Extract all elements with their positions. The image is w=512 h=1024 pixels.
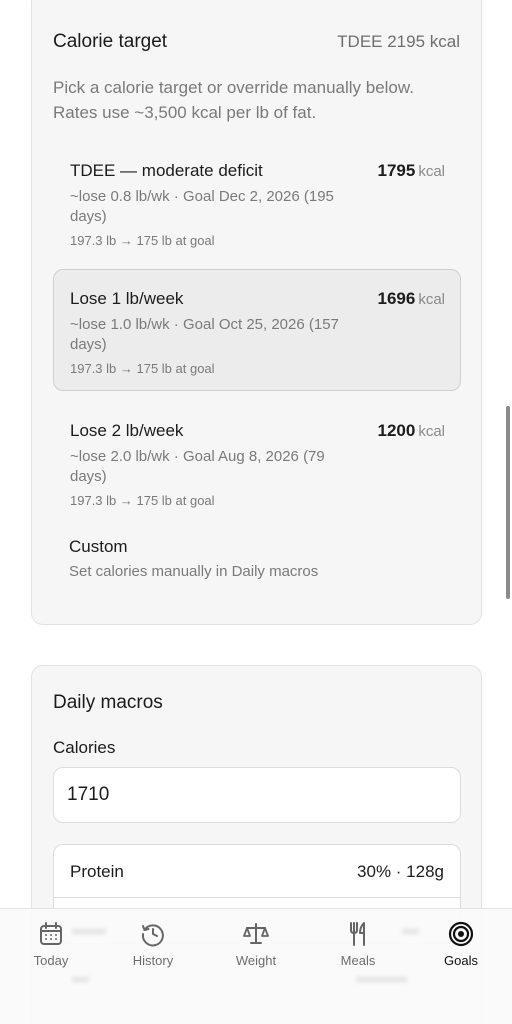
option-lose-1-lb-week[interactable]: Lose 1 lb/week 1696 kcal ~lose 1.0 lb/wk … — [53, 269, 461, 391]
tdee-value: TDEE 2195 kcal — [337, 32, 460, 51]
option-name: TDEE — moderate deficit — [70, 161, 263, 180]
calories-label: Calories — [53, 738, 116, 757]
option-weight-goal: 197.3 lb → 175 lb at goal — [70, 493, 215, 508]
obscured-content: ▬▬▬ — [356, 967, 407, 986]
option-weight-goal: 197.3 lb → 175 lb at goal — [70, 361, 215, 376]
daily-macros-title: Daily macros — [53, 692, 163, 713]
calorie-target-card: Calorie target TDEE 2195 kcal Pick a cal… — [31, 0, 482, 625]
nav-goals-label: Goals — [444, 953, 478, 968]
nav-meals-label: Meals — [340, 953, 376, 968]
nav-today-label: Today — [33, 953, 69, 968]
option-kcal-value: 1795 — [377, 161, 416, 180]
option-kcal-value: 1696 — [377, 289, 416, 308]
history-icon — [141, 924, 164, 947]
calendar-icon — [40, 922, 62, 945]
calorie-target-title: Calorie target — [53, 31, 168, 52]
calories-input[interactable] — [53, 767, 461, 823]
divider — [54, 897, 460, 898]
option-kcal: 1795 kcal — [377, 161, 445, 181]
option-custom-description: Set calories manually in Daily macros — [69, 563, 319, 580]
nav-weight[interactable]: Weight — [216, 919, 296, 968]
calorie-target-header: Calorie target TDEE 2195 kcal — [53, 31, 460, 53]
nav-history-label: History — [132, 953, 174, 968]
target-icon — [448, 921, 474, 947]
option-rate: ~lose 0.8 lb/wk · Goal Dec 2, 2026 (195 … — [70, 188, 334, 225]
nav-weight-label: Weight — [235, 953, 277, 968]
option-kcal-unit: kcal — [418, 291, 445, 308]
option-tdee-moderate-deficit[interactable]: TDEE — moderate deficit 1795 kcal ~lose 0… — [53, 141, 461, 263]
option-name: Lose 1 lb/week — [70, 289, 184, 308]
scale-icon — [243, 923, 269, 944]
option-kcal-unit: kcal — [418, 423, 445, 440]
goals-screen: Calorie target TDEE 2195 kcal Pick a cal… — [0, 0, 512, 1024]
option-weight-goal: 197.3 lb → 175 lb at goal — [70, 233, 215, 248]
obscured-content: ▬ — [402, 919, 419, 938]
option-name: Lose 2 lb/week — [70, 421, 184, 440]
option-kcal-unit: kcal — [418, 163, 445, 180]
option-kcal: 1696 kcal — [377, 289, 445, 309]
option-kcal-value: 1200 — [377, 421, 416, 440]
option-kcal: 1200 kcal — [377, 421, 445, 441]
option-rate: ~lose 1.0 lb/wk · Goal Oct 25, 2026 (157… — [70, 316, 339, 353]
option-custom-name: Custom — [69, 537, 128, 556]
nav-history[interactable]: History — [113, 919, 193, 968]
calorie-target-description: Pick a calorie target or override manual… — [53, 78, 414, 122]
nav-meals[interactable]: Meals — [318, 919, 398, 968]
nav-today[interactable]: Today — [11, 919, 91, 968]
option-lose-2-lb-week[interactable]: Lose 2 lb/week 1200 kcal ~lose 2.0 lb/wk … — [53, 401, 461, 523]
obscured-content: ▬ — [72, 967, 89, 986]
nav-goals[interactable]: Goals — [421, 919, 501, 968]
bottom-navigation: ▬▬ ▬ ▬ ▬▬▬ Today History Weight Meals Go… — [0, 908, 512, 1024]
utensils-icon — [350, 922, 365, 946]
protein-label: Protein — [70, 862, 124, 881]
scrollbar[interactable] — [506, 406, 510, 599]
protein-value: 30% · 128g — [357, 862, 444, 881]
option-rate: ~lose 2.0 lb/wk · Goal Aug 8, 2026 (79 d… — [70, 448, 325, 485]
